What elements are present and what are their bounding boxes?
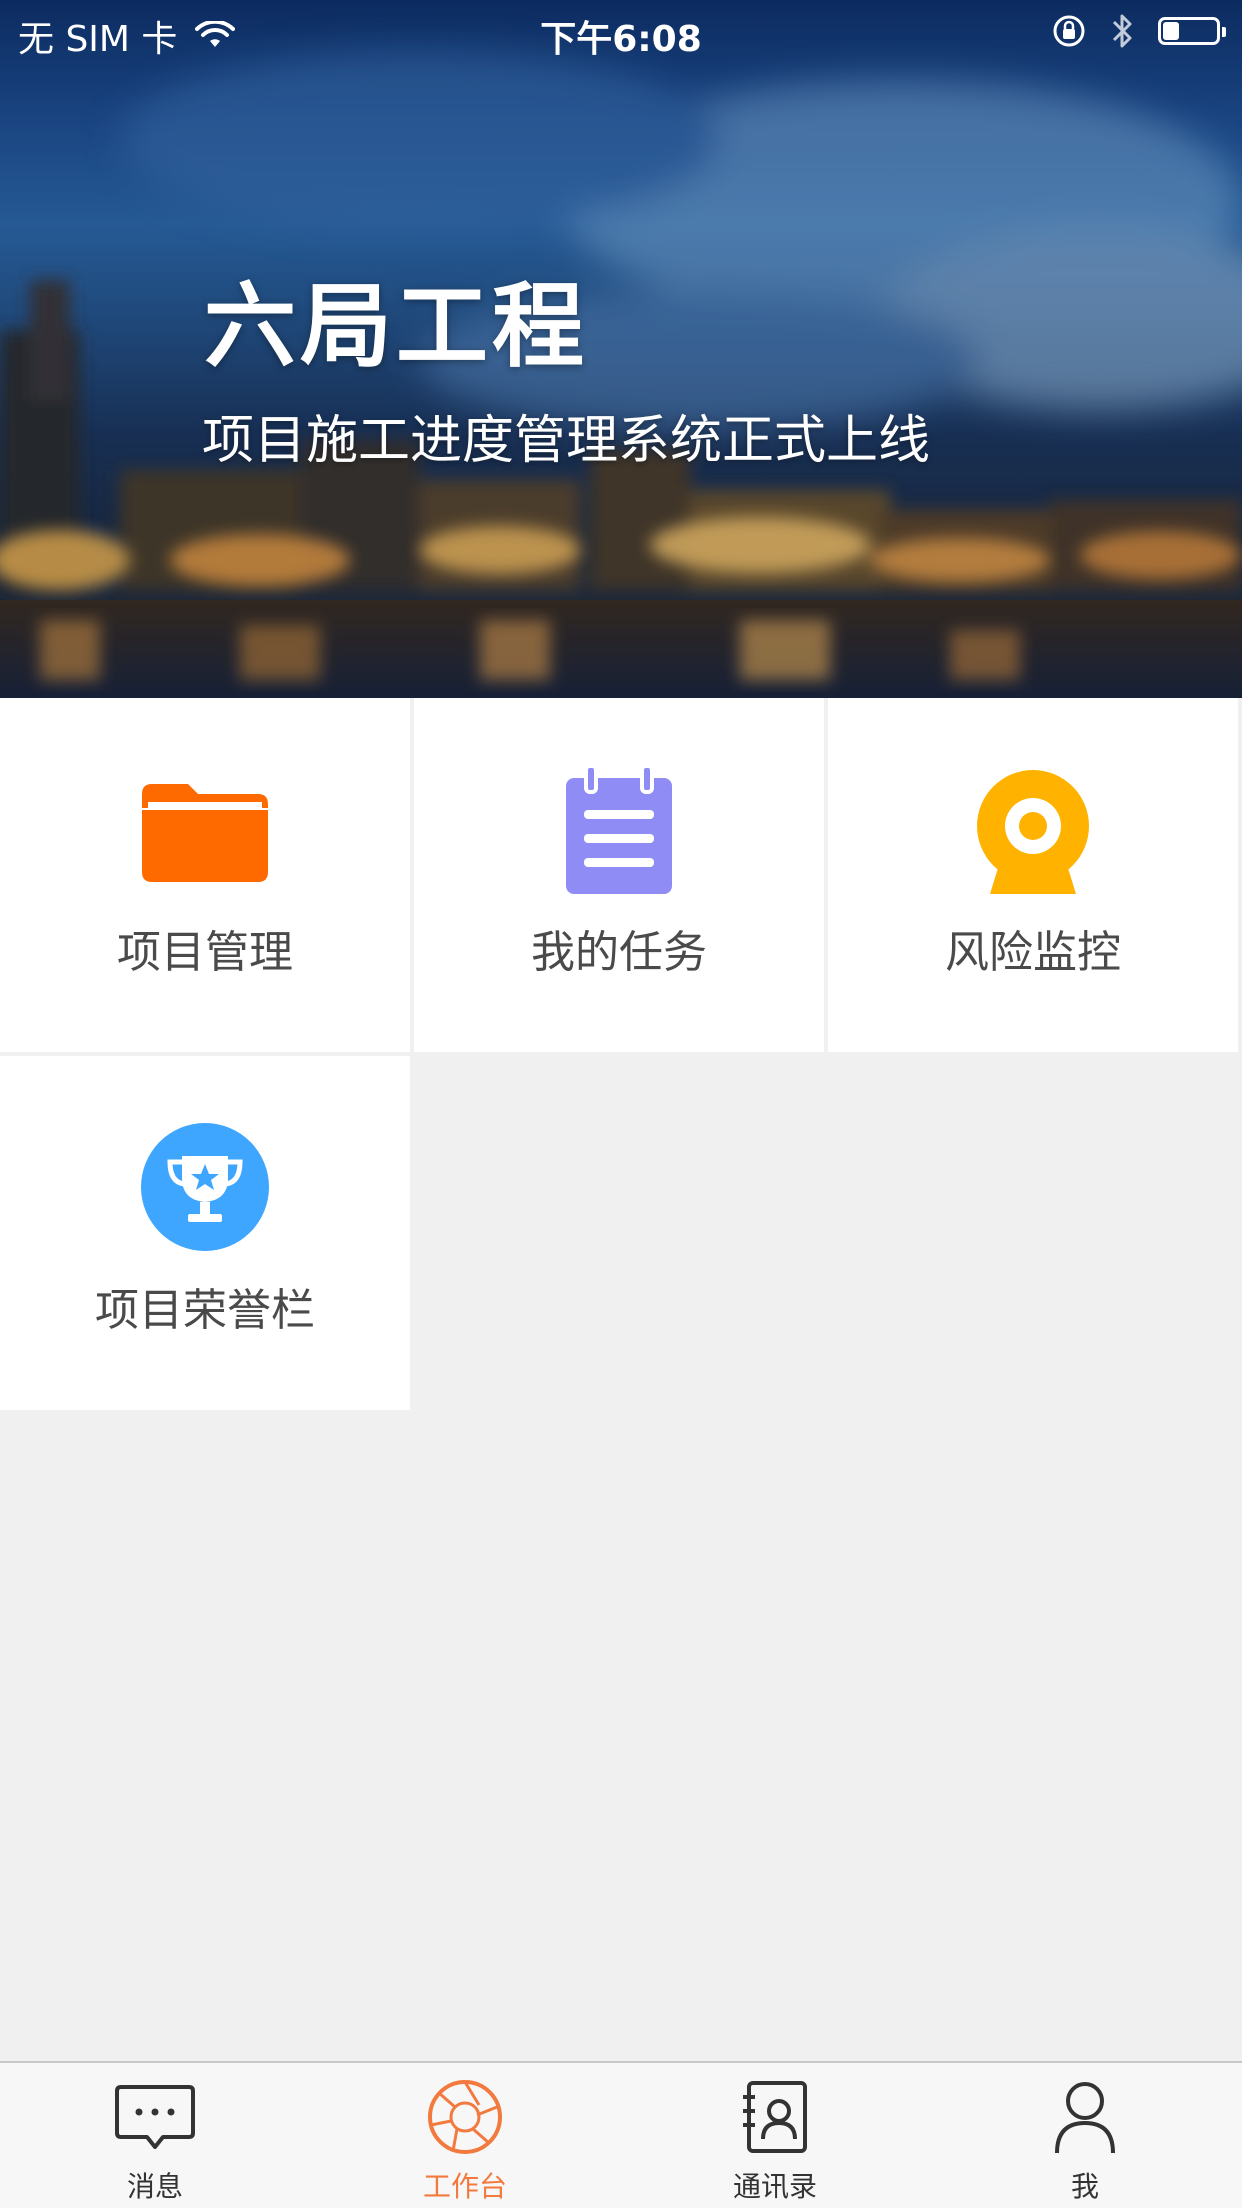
banner[interactable]: 六局工程 项目施工进度管理系统正式上线 xyxy=(0,0,1242,698)
banner-subtitle: 项目施工进度管理系统正式上线 xyxy=(202,411,931,471)
status-bar: 无 SIM 卡 下午6:08 xyxy=(0,0,1242,64)
tab-workbench[interactable]: 工作台 xyxy=(310,2063,620,2208)
aperture-icon xyxy=(428,2080,502,2154)
banner-title: 六局工程 xyxy=(204,273,589,380)
tab-label: 消息 xyxy=(126,2170,183,2203)
banner-cityscape-image xyxy=(0,0,1242,698)
tab-me[interactable]: 我 xyxy=(930,2063,1240,2208)
tile-label: 风险监控 xyxy=(945,927,1121,978)
status-right xyxy=(1052,12,1226,50)
tile-project-honors[interactable]: 项目荣誉栏 xyxy=(0,1056,410,1410)
notepad-icon xyxy=(566,764,672,894)
bluetooth-icon xyxy=(1112,14,1132,48)
tile-my-tasks[interactable]: 我的任务 xyxy=(414,698,824,1052)
tile-project-management[interactable]: 项目管理 xyxy=(0,698,410,1052)
tab-messages[interactable]: 消息 xyxy=(0,2063,310,2208)
webcam-icon xyxy=(977,770,1089,894)
rotation-lock-icon xyxy=(1053,15,1085,47)
tile-label: 项目管理 xyxy=(117,927,293,978)
contacts-icon xyxy=(743,2081,807,2153)
tab-label: 我 xyxy=(1070,2170,1099,2203)
tile-label: 项目荣誉栏 xyxy=(95,1285,315,1336)
trophy-icon xyxy=(141,1123,269,1251)
tile-risk-monitoring[interactable]: 风险监控 xyxy=(828,698,1238,1052)
app-root: 六局工程 项目施工进度管理系统正式上线 无 SIM 卡 下午6:08 项目管理 … xyxy=(0,0,1242,2208)
chat-bubble-icon xyxy=(115,2085,195,2149)
tab-contacts[interactable]: 通讯录 xyxy=(620,2063,930,2208)
tab-bar: 消息 工作台 通讯录 我 xyxy=(0,2061,1242,2208)
tab-label: 通讯录 xyxy=(732,2170,817,2203)
tile-label: 我的任务 xyxy=(531,927,707,978)
person-icon xyxy=(1055,2082,1115,2154)
battery-icon xyxy=(1158,17,1226,45)
tab-label: 工作台 xyxy=(422,2170,507,2203)
folder-icon xyxy=(142,784,268,882)
battery-level xyxy=(1163,22,1179,40)
